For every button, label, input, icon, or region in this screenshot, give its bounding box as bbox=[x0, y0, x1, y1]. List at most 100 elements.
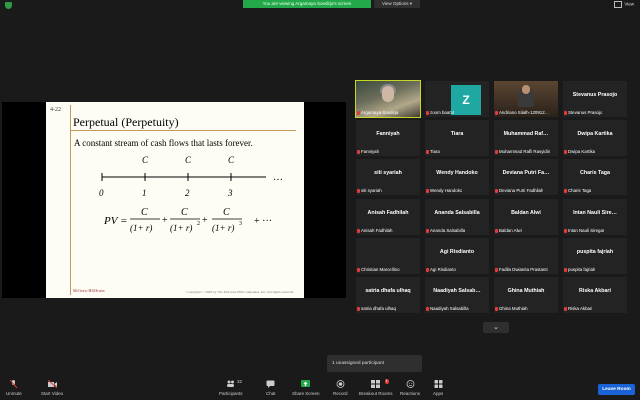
participant-display-name: Stevanus Prasojo bbox=[572, 92, 618, 98]
participant-tile[interactable]: Zzoom baa04 bbox=[425, 81, 489, 117]
participant-display-name: Muhammad Raf… bbox=[503, 131, 549, 138]
participant-display-name: Riska Akbari bbox=[579, 288, 611, 294]
chevron-down-icon[interactable]: ⌄ bbox=[483, 322, 509, 333]
muted-mic-icon bbox=[357, 307, 360, 311]
unmute-button[interactable]: Unmute bbox=[6, 380, 22, 396]
timeline-tick-label: 3 bbox=[227, 188, 233, 198]
participant-tile[interactable]: Deviana Putri Fa… Deviana Putri Fadhilah bbox=[494, 159, 558, 196]
formula-numerator: C bbox=[181, 207, 188, 218]
formula-plus: + bbox=[162, 215, 168, 226]
breakout-badge: 1 bbox=[384, 379, 389, 384]
muted-mic-icon bbox=[564, 228, 567, 233]
participant-tile[interactable]: Anisah Fadhilah Anisah Fadhilah bbox=[356, 198, 420, 235]
participant-tile[interactable]: Christian Marcellino bbox=[356, 237, 420, 274]
view-options-button[interactable]: View Options ▾ bbox=[374, 0, 420, 8]
timeline-ellipsis: … bbox=[273, 172, 283, 183]
muted-mic-icon bbox=[357, 267, 360, 272]
cash-flow-label: C bbox=[185, 155, 192, 165]
record-icon bbox=[336, 380, 345, 388]
apps-icon bbox=[434, 380, 443, 388]
participant-name-label: Intan Nauli Siregar bbox=[568, 227, 605, 233]
participant-display-name: Dwipa Kartika bbox=[577, 131, 613, 138]
cash-flow-label: C bbox=[228, 155, 235, 165]
muted-mic-icon bbox=[426, 228, 429, 233]
record-label: Record bbox=[333, 391, 348, 396]
participant-name-label: Charis Taga bbox=[568, 188, 592, 194]
apps-label: Apps bbox=[433, 391, 444, 396]
participants-button[interactable]: Participants 32 bbox=[219, 379, 243, 396]
formula-exponent: 2 bbox=[197, 221, 200, 227]
muted-mic-icon bbox=[495, 228, 498, 233]
participant-tile[interactable]: Ghina Muthiah Ghina Muthiah bbox=[494, 277, 558, 313]
start-video-button[interactable]: Start Video bbox=[41, 380, 63, 396]
participant-tile[interactable]: Intan Nauli Sire… Intan Nauli Siregar bbox=[563, 198, 627, 235]
formula-exponent: 3 bbox=[239, 221, 242, 227]
timeline-tick-label: 0 bbox=[99, 188, 104, 198]
participant-name-label: Christian Marcellino bbox=[361, 266, 400, 272]
participant-name-label: Argamaya Soedirja bbox=[361, 110, 399, 115]
perpetuity-diagram: 0 1C2C3C … PV = C(1+ r)+C(1+ r) 2 +C(1+ r) 3… bbox=[99, 155, 283, 233]
participant-display-name: puspita fajriah bbox=[576, 248, 614, 255]
formula-denominator: (1+ r) bbox=[170, 223, 192, 233]
participant-name-label: Wendy Handoko bbox=[430, 188, 463, 194]
participant-display-name: Tiara bbox=[450, 131, 464, 138]
participants-icon bbox=[227, 380, 235, 387]
security-shield-icon[interactable] bbox=[5, 2, 12, 9]
reactions-button[interactable]: Reactions bbox=[400, 380, 420, 396]
share-screen-icon bbox=[301, 380, 311, 387]
participant-tile[interactable]: Baldan Alwi Baldan Alwi bbox=[494, 198, 558, 235]
participant-tile[interactable]: Andriano Silalh-120912… bbox=[494, 81, 558, 117]
view-label: View bbox=[624, 1, 634, 7]
participant-display-name: Ghina Muthiah bbox=[507, 288, 545, 294]
share-screen-button[interactable]: Share Screen bbox=[292, 380, 320, 396]
participant-tile[interactable]: satria dhafa ulhaq satria dhafa ulhaq bbox=[356, 277, 420, 313]
record-button[interactable]: Record bbox=[333, 380, 348, 396]
muted-mic-icon bbox=[564, 189, 567, 194]
muted-mic-icon bbox=[564, 267, 567, 272]
muted-mic-icon bbox=[357, 111, 360, 115]
muted-mic-icon bbox=[564, 307, 567, 311]
participant-tile[interactable]: Argamaya Soedirja bbox=[355, 80, 421, 118]
grid-icon bbox=[614, 1, 623, 8]
reactions-label: Reactions bbox=[400, 391, 421, 396]
apps-button[interactable]: Apps bbox=[433, 380, 443, 396]
participant-tile[interactable]: Muhammad Raf… Muhammad Rafli Rasyidin bbox=[494, 120, 558, 157]
participant-tile[interactable]: Naadiyah Salsab… Naadiyah Salsabilla bbox=[425, 277, 489, 313]
participant-name-label: puspita fajriah bbox=[568, 266, 596, 272]
start-video-label: Start Video bbox=[41, 391, 64, 396]
participant-tile[interactable]: puspita fajriah puspita fajriah bbox=[563, 237, 627, 274]
smiley-icon bbox=[406, 380, 414, 388]
chat-button[interactable]: Chat bbox=[266, 380, 276, 396]
breakout-rooms-button[interactable]: Breakout Rooms 1 bbox=[359, 379, 393, 396]
chat-icon bbox=[266, 380, 275, 388]
participant-display-name: siti syariah bbox=[374, 170, 402, 177]
participant-gallery: Argamaya Soedirja Zzoom baa04 Andriano Sil… bbox=[355, 80, 634, 321]
participant-name-label: Riska Akbari bbox=[568, 306, 593, 311]
chat-label: Chat bbox=[266, 391, 276, 396]
breakout-rooms-icon bbox=[371, 380, 381, 388]
participant-tile[interactable]: Dwipa Kartika Dwipa Kartika bbox=[563, 120, 627, 157]
formula-lhs: PV = bbox=[103, 215, 127, 227]
participant-tile[interactable]: Fadila Dwianita Prastanti bbox=[494, 237, 558, 274]
participant-tile[interactable]: Stevanus Prasojo Stevanus Prasojo bbox=[563, 81, 627, 117]
view-button[interactable]: View bbox=[614, 1, 634, 8]
participant-tile[interactable]: siti syariah siti syariah bbox=[356, 159, 420, 196]
participant-tile[interactable]: Ananda Salsabilla Ananda Salsabilla bbox=[425, 198, 489, 235]
participant-name-label: Baldan Alwi bbox=[499, 227, 522, 233]
microphone-muted-icon bbox=[9, 380, 18, 388]
participant-name-label: satria dhafa ulhaq bbox=[361, 306, 396, 311]
participant-tile[interactable]: Tiara Tiara bbox=[425, 120, 489, 157]
participant-tile[interactable]: Agi Risdianto Agi Risdianto bbox=[425, 237, 489, 274]
participant-tile[interactable]: Charis Taga Charis Taga bbox=[563, 159, 627, 196]
participant-name-label: Dwipa Kartika bbox=[568, 149, 596, 155]
participant-name-label: Muhammad Rafli Rasyidin bbox=[499, 149, 551, 155]
participant-tile[interactable]: Fanniyah Fanniyah bbox=[356, 120, 420, 157]
viewing-banner: You are viewing Argamaya Soedirja's scre… bbox=[243, 0, 371, 8]
muted-mic-icon bbox=[564, 150, 567, 155]
formula-denominator: (1+ r) bbox=[130, 223, 152, 233]
participant-tile[interactable]: Wendy Handoko Wendy Handoko bbox=[425, 159, 489, 196]
participant-display-name: Agi Risdianto bbox=[439, 248, 475, 255]
participant-name-label: Deviana Putri Fadhilah bbox=[499, 188, 544, 194]
leave-room-button[interactable]: Leave Room bbox=[598, 384, 635, 395]
participant-tile[interactable]: Riska Akbari Riska Akbari bbox=[563, 277, 627, 313]
